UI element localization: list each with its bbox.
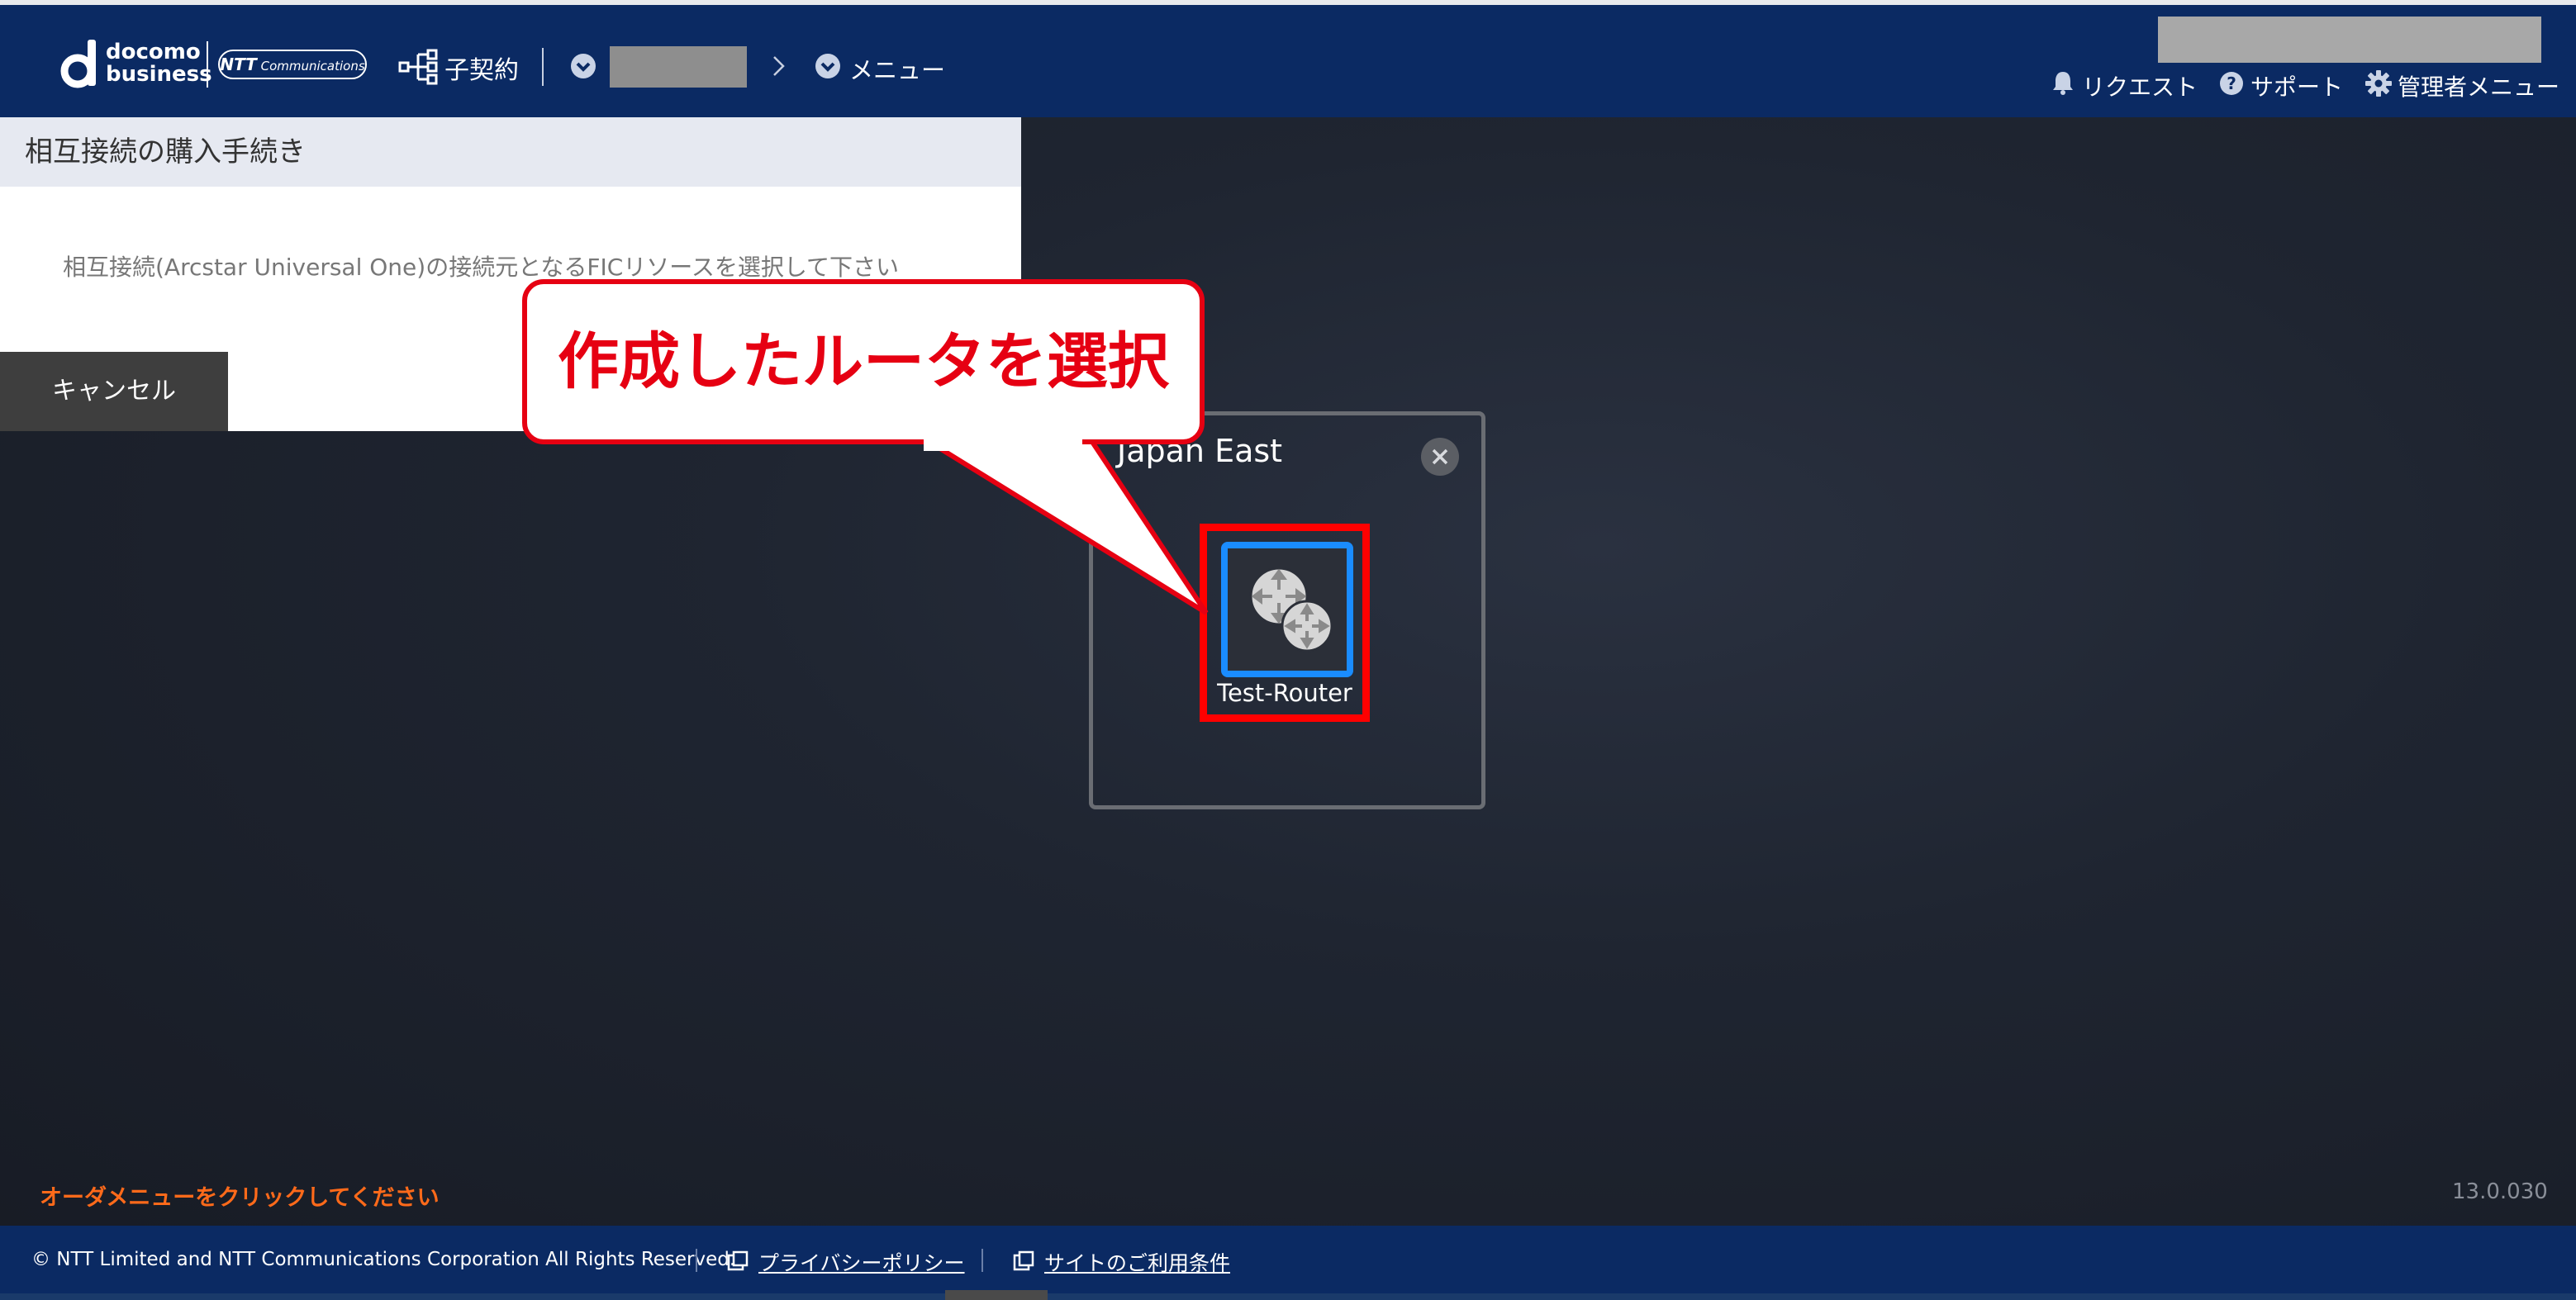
docomo-d-logo	[60, 40, 96, 88]
router-tile[interactable]	[1221, 542, 1353, 677]
external-link-icon	[1013, 1250, 1034, 1271]
router-icon	[1249, 567, 1333, 652]
footer-divider	[981, 1249, 983, 1272]
close-icon	[1432, 448, 1448, 465]
redacted-user-info	[2158, 17, 2541, 63]
help-icon: ?	[2220, 72, 2243, 95]
request-link[interactable]: リクエスト	[2082, 69, 2198, 102]
header-divider	[542, 48, 544, 86]
close-button[interactable]	[1421, 438, 1459, 476]
cancel-button[interactable]: キャンセル	[0, 352, 228, 431]
breadcrumb-menu[interactable]: メニュー	[849, 51, 945, 86]
callout-pointer	[924, 437, 1209, 615]
sub-contract-link[interactable]: 子契約	[444, 50, 519, 86]
top-header: docomo business NTT Communications 子契約 メ…	[0, 5, 2576, 117]
brand-logo-text: docomo business	[106, 40, 212, 87]
check-circle-icon[interactable]	[815, 53, 841, 79]
ntt-logo: NTT Communications	[218, 50, 367, 79]
bell-icon	[2053, 72, 2073, 95]
version-label: 13.0.030	[2452, 1179, 2548, 1204]
router-label[interactable]: Test-Router	[1200, 679, 1370, 707]
panel-title: 相互接続の購入手続き	[0, 117, 1021, 187]
privacy-policy-link[interactable]: プライバシーポリシー	[758, 1247, 965, 1277]
support-link[interactable]: サポート	[2250, 69, 2343, 102]
callout-text: 作成したルータを選択	[558, 326, 1169, 397]
footer: © NTT Limited and NTT Communications Cor…	[0, 1226, 2576, 1293]
redacted-contract-name[interactable]	[610, 46, 747, 88]
hierarchy-icon	[398, 49, 438, 85]
gear-icon	[2365, 70, 2392, 97]
terms-of-use-link[interactable]: サイトのご利用条件	[1044, 1247, 1230, 1277]
admin-menu-link[interactable]: 管理者メニュー	[2398, 69, 2559, 102]
scroll-handle[interactable]	[945, 1290, 1048, 1300]
check-circle-icon[interactable]	[570, 53, 596, 79]
chevron-right-icon	[773, 56, 785, 76]
footer-divider	[696, 1249, 697, 1272]
callout-pointer-mask	[924, 438, 1082, 451]
copyright-text: © NTT Limited and NTT Communications Cor…	[31, 1249, 736, 1270]
logo-divider	[207, 41, 208, 88]
svg-text:?: ?	[2227, 74, 2236, 93]
external-link-icon	[727, 1250, 749, 1271]
panel-description: 相互接続(Arcstar Universal One)の接続元となるFICリソー…	[63, 254, 900, 281]
window-bottom-strip	[0, 1293, 2576, 1300]
order-menu-hint: オーダメニューをクリックしてください	[40, 1185, 440, 1211]
